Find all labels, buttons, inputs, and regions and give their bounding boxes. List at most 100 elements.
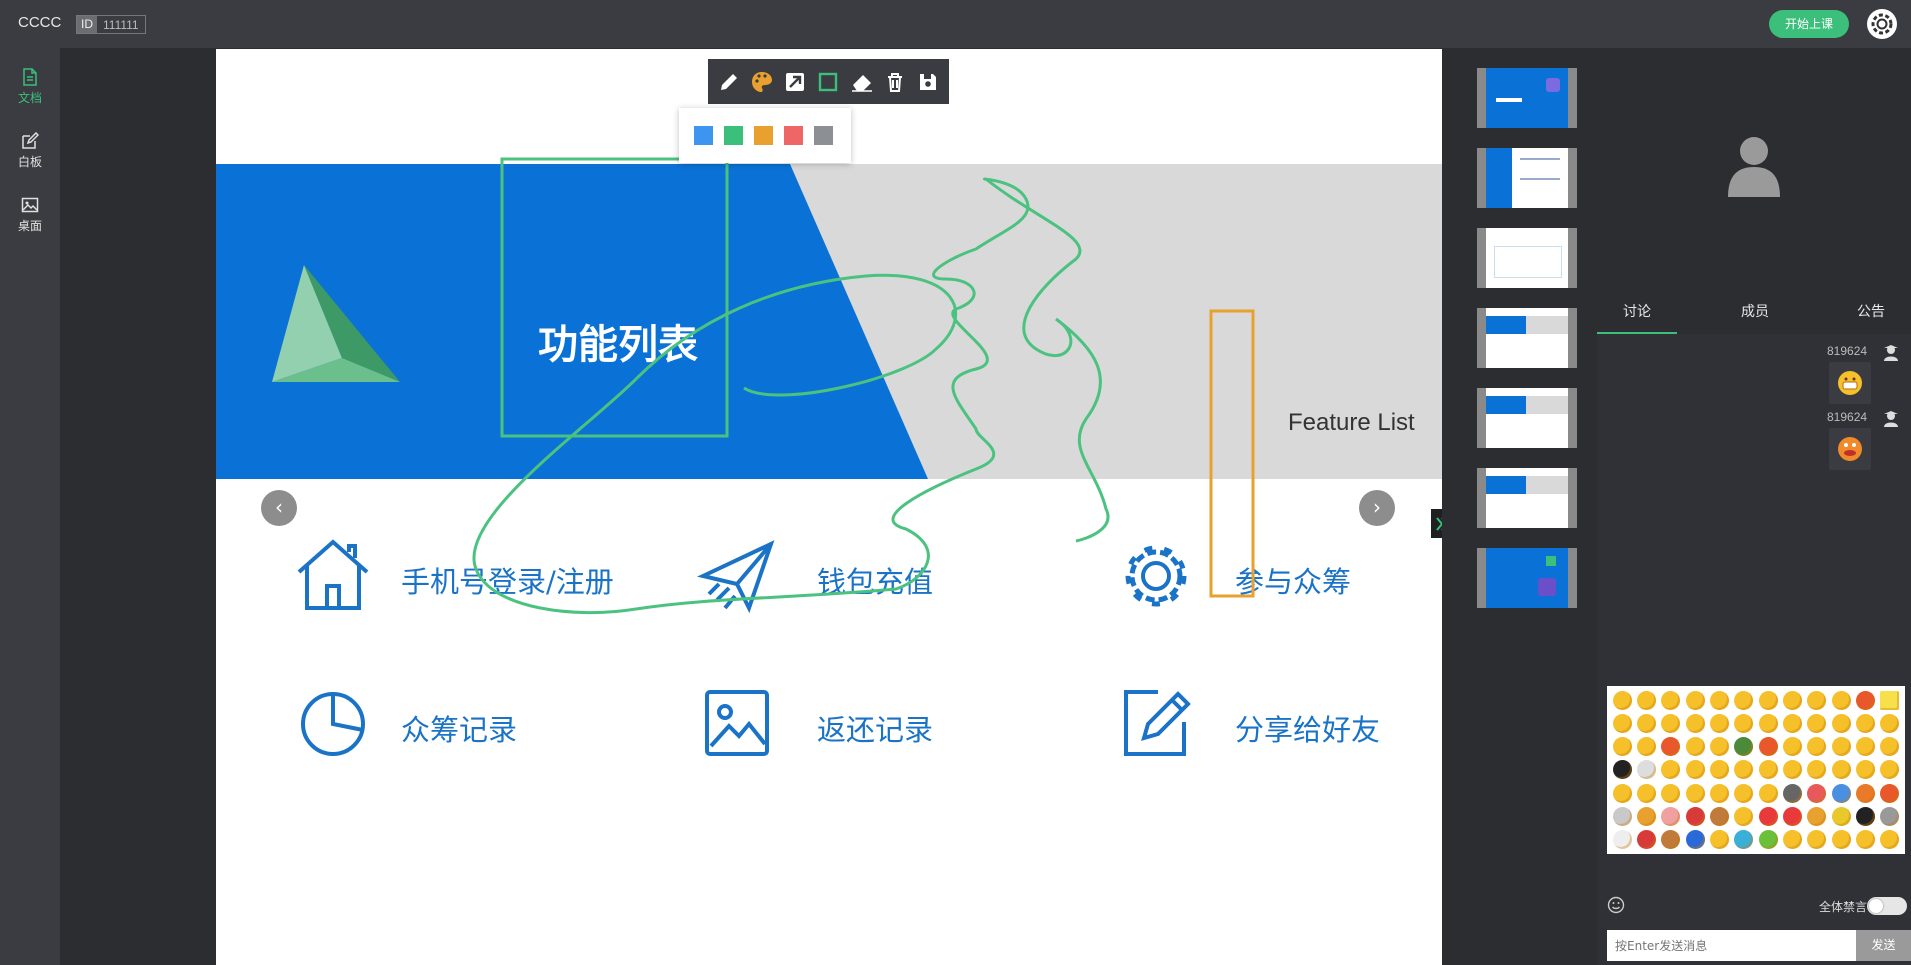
emoji-item[interactable] <box>1636 783 1656 803</box>
emoji-item[interactable] <box>1807 829 1827 849</box>
emoji-item[interactable] <box>1661 829 1681 849</box>
emoji-item[interactable] <box>1855 806 1875 826</box>
emoji-item[interactable] <box>1807 714 1827 734</box>
color-swatch-orange[interactable] <box>754 126 773 145</box>
color-swatch-green[interactable] <box>724 126 743 145</box>
emoji-item[interactable] <box>1661 691 1681 711</box>
slide-thumbnail[interactable] <box>1477 148 1577 208</box>
emoji-item[interactable] <box>1758 783 1778 803</box>
eraser-tool[interactable] <box>849 69 875 95</box>
emoji-item[interactable] <box>1636 691 1656 711</box>
message-input[interactable] <box>1607 930 1856 961</box>
emoji-item[interactable] <box>1880 714 1900 734</box>
emoji-item[interactable] <box>1758 714 1778 734</box>
emoji-item[interactable] <box>1709 714 1729 734</box>
emoji-item[interactable] <box>1831 691 1851 711</box>
tab-discussion[interactable]: 讨论 <box>1597 290 1677 334</box>
emoji-item[interactable] <box>1855 783 1875 803</box>
emoji-item[interactable] <box>1831 806 1851 826</box>
emoji-item[interactable] <box>1880 691 1900 711</box>
emoji-item[interactable] <box>1880 829 1900 849</box>
emoji-item[interactable] <box>1636 760 1656 780</box>
emoji-item[interactable] <box>1807 691 1827 711</box>
emoji-item[interactable] <box>1709 691 1729 711</box>
slide-thumbnail[interactable] <box>1477 468 1577 528</box>
slide-thumbnail[interactable] <box>1477 228 1577 288</box>
emoji-item[interactable] <box>1636 714 1656 734</box>
emoji-item[interactable] <box>1636 806 1656 826</box>
emoji-item[interactable] <box>1782 714 1802 734</box>
emoji-item[interactable] <box>1685 714 1705 734</box>
rectangle-tool[interactable] <box>815 69 841 95</box>
emoji-item[interactable] <box>1734 760 1754 780</box>
emoji-item[interactable] <box>1831 829 1851 849</box>
mute-all-toggle[interactable] <box>1867 897 1907 915</box>
emoji-item[interactable] <box>1734 714 1754 734</box>
emoji-item[interactable] <box>1709 760 1729 780</box>
slide-thumbnail[interactable] <box>1477 388 1577 448</box>
emoji-item[interactable] <box>1685 806 1705 826</box>
emoji-item[interactable] <box>1880 783 1900 803</box>
emoji-item[interactable] <box>1685 760 1705 780</box>
emoji-item[interactable] <box>1782 737 1802 757</box>
emoji-item[interactable] <box>1807 806 1827 826</box>
color-swatch-red[interactable] <box>784 126 803 145</box>
pencil-tool[interactable] <box>716 69 742 95</box>
emoji-item[interactable] <box>1661 760 1681 780</box>
emoji-item[interactable] <box>1782 783 1802 803</box>
emoji-item[interactable] <box>1734 806 1754 826</box>
emoji-item[interactable] <box>1758 691 1778 711</box>
emoji-item[interactable] <box>1709 829 1729 849</box>
emoji-item[interactable] <box>1612 714 1632 734</box>
emoji-item[interactable] <box>1831 737 1851 757</box>
slide-thumbnail[interactable] <box>1477 308 1577 368</box>
tab-announcement[interactable]: 公告 <box>1831 290 1911 334</box>
emoji-item[interactable] <box>1636 829 1656 849</box>
emoji-picker-icon[interactable] <box>1607 896 1625 914</box>
emoji-item[interactable] <box>1685 691 1705 711</box>
save-tool[interactable] <box>915 69 941 95</box>
emoji-item[interactable] <box>1758 760 1778 780</box>
emoji-item[interactable] <box>1734 691 1754 711</box>
emoji-item[interactable] <box>1734 829 1754 849</box>
slide-thumbnail[interactable] <box>1477 548 1577 608</box>
emoji-item[interactable] <box>1831 783 1851 803</box>
emoji-item[interactable] <box>1612 737 1632 757</box>
emoji-item[interactable] <box>1855 829 1875 849</box>
emoji-item[interactable] <box>1855 737 1875 757</box>
settings-button[interactable] <box>1867 9 1897 39</box>
nav-document[interactable]: 文档 <box>0 68 60 106</box>
prev-slide-button[interactable]: ‹ <box>261 490 297 526</box>
emoji-item[interactable] <box>1612 760 1632 780</box>
tab-members[interactable]: 成员 <box>1715 290 1795 334</box>
emoji-item[interactable] <box>1709 806 1729 826</box>
emoji-item[interactable] <box>1807 783 1827 803</box>
emoji-item[interactable] <box>1612 783 1632 803</box>
emoji-item[interactable] <box>1661 714 1681 734</box>
emoji-item[interactable] <box>1855 714 1875 734</box>
emoji-item[interactable] <box>1782 691 1802 711</box>
emoji-item[interactable] <box>1734 783 1754 803</box>
emoji-item[interactable] <box>1831 760 1851 780</box>
emoji-item[interactable] <box>1758 737 1778 757</box>
emoji-item[interactable] <box>1880 806 1900 826</box>
emoji-item[interactable] <box>1855 760 1875 780</box>
delete-tool[interactable] <box>882 69 908 95</box>
emoji-item[interactable] <box>1685 737 1705 757</box>
slide-canvas[interactable]: 功能列表 Feature List 手机号登录/注册 钱包充值 参与众筹 众筹记… <box>216 49 1442 965</box>
emoji-item[interactable] <box>1782 806 1802 826</box>
nav-desktop[interactable]: 桌面 <box>0 196 60 234</box>
emoji-item[interactable] <box>1709 737 1729 757</box>
emoji-item[interactable] <box>1831 714 1851 734</box>
palette-tool[interactable] <box>749 69 775 95</box>
arrow-tool[interactable] <box>782 69 808 95</box>
emoji-item[interactable] <box>1661 737 1681 757</box>
start-class-button[interactable]: 开始上课 <box>1769 10 1849 38</box>
emoji-item[interactable] <box>1685 829 1705 849</box>
emoji-item[interactable] <box>1807 760 1827 780</box>
emoji-item[interactable] <box>1709 783 1729 803</box>
emoji-item[interactable] <box>1612 806 1632 826</box>
emoji-item[interactable] <box>1758 806 1778 826</box>
emoji-item[interactable] <box>1880 737 1900 757</box>
emoji-item[interactable] <box>1661 806 1681 826</box>
